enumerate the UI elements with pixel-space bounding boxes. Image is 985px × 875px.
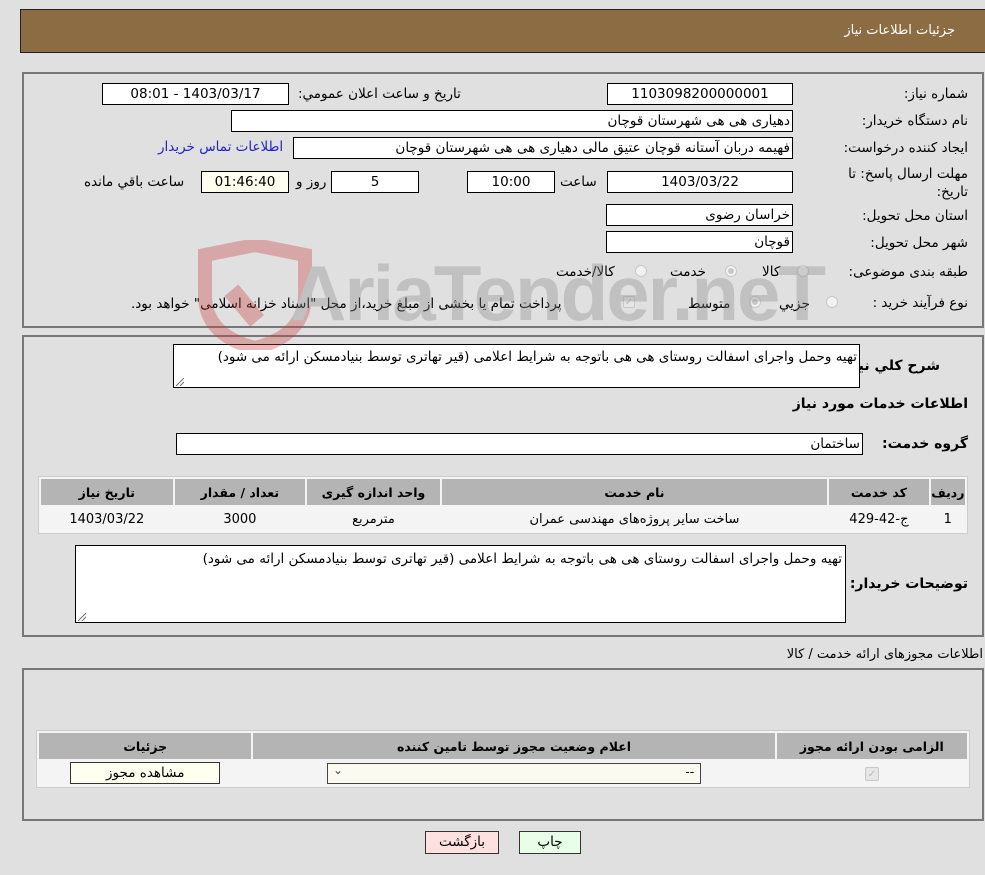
treasury-checkbox[interactable]: ✓ bbox=[623, 296, 635, 308]
buyer-notes-label: توضیحات خریدار: bbox=[849, 576, 968, 592]
chevron-down-icon: ⌄ bbox=[333, 762, 344, 777]
service-group-field: ساختمان bbox=[176, 433, 863, 455]
table-row: 1 ج-42-429 ساخت سایر پروژه‌های مهندسی عم… bbox=[41, 507, 965, 531]
cell-permit-required: ✓ bbox=[776, 761, 967, 785]
city-field: قوچان bbox=[606, 231, 793, 253]
permit-required-checkbox[interactable]: ✓ bbox=[864, 766, 879, 781]
page-title: جزئیات اطلاعات نیاز bbox=[844, 23, 955, 38]
announce-date-field: 1403/03/17 - 08:01 bbox=[102, 83, 289, 105]
col-row-number: ردیف bbox=[930, 479, 965, 505]
col-unit: واحد اندازه گیری bbox=[307, 479, 440, 505]
category-option-goods: کالا bbox=[762, 264, 781, 280]
cell-need-date: 1403/03/22 bbox=[41, 507, 173, 531]
time-remaining-field: 01:46:40 bbox=[201, 171, 289, 193]
cell-unit: مترمربع bbox=[307, 507, 440, 531]
services-table: ردیف کد خدمت نام خدمت واحد اندازه گیری ت… bbox=[38, 476, 968, 534]
col-service-name: نام خدمت bbox=[441, 479, 828, 505]
resize-handle-icon[interactable] bbox=[176, 378, 184, 386]
deadline-time-label: ساعت bbox=[560, 174, 597, 190]
col-permit-required: الزامی بودن ارائه مجوز bbox=[776, 733, 967, 759]
cell-row-number: 1 bbox=[930, 507, 965, 531]
province-label: استان محل تحویل: bbox=[862, 208, 968, 224]
col-permit-status: اعلام وضعیت مجوز توسط تامین کننده bbox=[253, 733, 775, 759]
description-text: تهیه وحمل واجرای اسفالت روستای هی هی بات… bbox=[217, 349, 857, 365]
buyer-org-field: دهیاری هی هی شهرستان قوچان bbox=[231, 110, 793, 132]
creator-field: فهیمه دربان آستانه قوچان عتیق مالی دهیار… bbox=[293, 137, 793, 159]
description-textarea[interactable]: تهیه وحمل واجرای اسفالت روستای هی هی بات… bbox=[173, 344, 860, 388]
deadline-label-line1: مهلت ارسال پاسخ: تا bbox=[848, 166, 968, 182]
permit-status-selected: -- bbox=[685, 764, 695, 779]
cell-permit-details: مشاهده مجوز bbox=[39, 761, 252, 785]
time-remaining-label: ساعت باقي مانده bbox=[84, 174, 185, 190]
announce-date-label: تاریخ و ساعت اعلان عمومي: bbox=[298, 86, 461, 102]
cell-quantity: 3000 bbox=[174, 507, 306, 531]
deadline-date-field: 1403/03/22 bbox=[607, 171, 793, 193]
col-permit-details: جزئیات bbox=[39, 733, 252, 759]
cell-service-name: ساخت سایر پروژه‌های مهندسی عمران bbox=[441, 507, 828, 531]
process-radio-minor[interactable] bbox=[826, 296, 838, 308]
permits-table-header: الزامی بودن ارائه مجوز اعلام وضعیت مجوز … bbox=[39, 733, 967, 759]
deadline-time-field: 10:00 bbox=[467, 171, 555, 193]
cell-service-code: ج-42-429 bbox=[829, 507, 929, 531]
need-number-field: 1103098200000001 bbox=[607, 83, 793, 105]
buyer-notes-text: تهیه وحمل واجرای اسفالت روستای هی هی بات… bbox=[202, 551, 842, 567]
view-permit-button[interactable]: مشاهده مجوز bbox=[70, 762, 221, 784]
process-option-medium: متوسط bbox=[688, 296, 731, 312]
services-table-header: ردیف کد خدمت نام خدمت واحد اندازه گیری ت… bbox=[41, 479, 965, 505]
need-number-label: شماره نیاز: bbox=[903, 86, 968, 102]
days-label: روز و bbox=[296, 174, 327, 190]
category-option-service: خدمت bbox=[670, 264, 706, 280]
category-label: طبقه بندی موضوعی: bbox=[848, 264, 968, 280]
deadline-label: مهلت ارسال پاسخ: تا تاریخ: bbox=[848, 165, 968, 201]
treasury-note: پرداخت تمام یا بخشی از مبلغ خرید،از محل … bbox=[131, 296, 562, 312]
table-row: ✓ -- ⌄ مشاهده مجوز bbox=[39, 761, 967, 785]
process-type-label: نوع فرآیند خرید : bbox=[872, 295, 968, 311]
print-button[interactable]: چاپ bbox=[519, 831, 581, 854]
category-radio-goods-service[interactable] bbox=[635, 265, 647, 277]
city-label: شهر محل تحویل: bbox=[870, 235, 968, 251]
services-section-title: اطلاعات خدمات مورد نیاز bbox=[792, 396, 968, 412]
cell-permit-status: -- ⌄ bbox=[253, 761, 775, 785]
col-need-date: تاریخ نیاز bbox=[41, 479, 173, 505]
buyer-contact-link[interactable]: اطلاعات تماس خریدار bbox=[158, 139, 283, 155]
buyer-notes-textarea[interactable]: تهیه وحمل واجرای اسفالت روستای هی هی بات… bbox=[75, 545, 846, 623]
category-radio-goods[interactable] bbox=[797, 265, 809, 277]
permits-section-title: اطلاعات مجوزهای ارائه خدمت / کالا bbox=[786, 647, 983, 662]
back-button[interactable]: بازگشت bbox=[425, 831, 499, 854]
resize-handle-icon[interactable] bbox=[78, 613, 86, 621]
permits-table: الزامی بودن ارائه مجوز اعلام وضعیت مجوز … bbox=[36, 730, 970, 788]
page-header: جزئیات اطلاعات نیاز bbox=[20, 9, 985, 53]
buyer-org-label: نام دستگاه خریدار: bbox=[861, 113, 968, 129]
category-option-goods-service: کالا/خدمت bbox=[556, 264, 615, 280]
col-service-code: کد خدمت bbox=[829, 479, 929, 505]
service-group-label: گروه خدمت: bbox=[882, 436, 968, 452]
process-option-minor: جزيي bbox=[779, 296, 810, 312]
province-field: خراسان رضوی bbox=[606, 204, 793, 226]
creator-label: ایجاد کننده درخواست: bbox=[843, 140, 968, 156]
permit-status-select[interactable]: -- ⌄ bbox=[327, 762, 702, 784]
col-quantity: تعداد / مقدار bbox=[174, 479, 306, 505]
process-radio-medium[interactable] bbox=[749, 296, 761, 308]
deadline-label-line2: تاریخ: bbox=[936, 184, 968, 200]
category-radio-service[interactable] bbox=[725, 265, 737, 277]
days-remaining-field: 5 bbox=[331, 171, 419, 193]
